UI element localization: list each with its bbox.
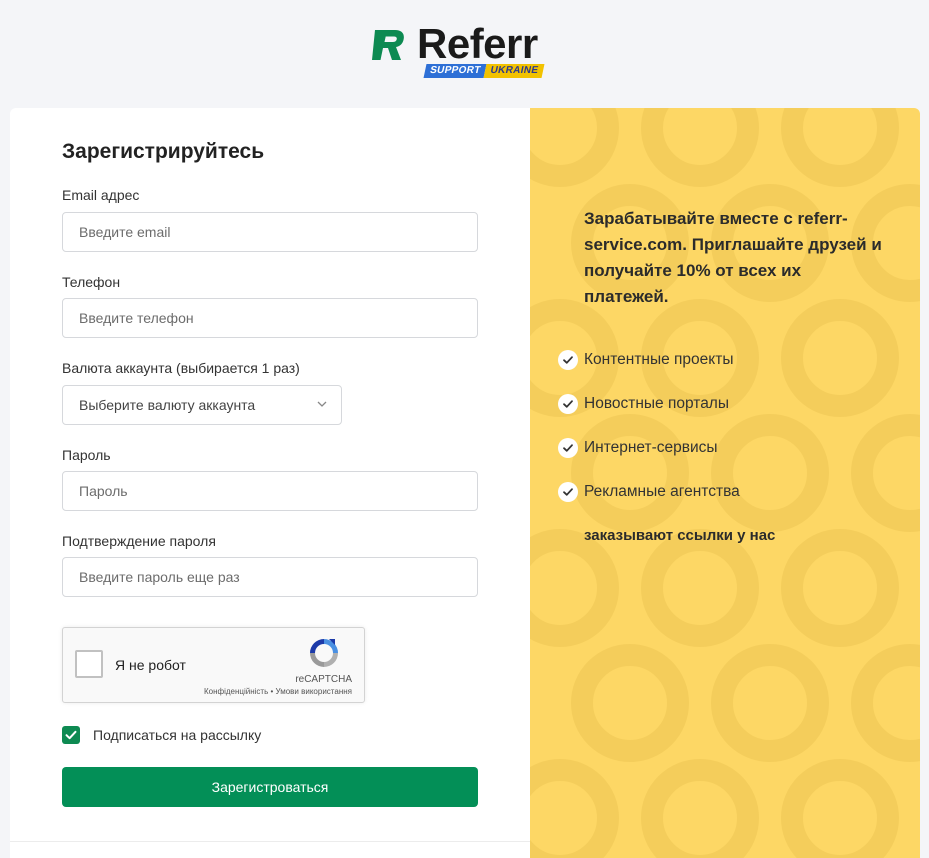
promo-headline: Зарабатывайте вместе с referr-service.co…	[584, 209, 882, 306]
feature-item: Рекламные агентства	[558, 481, 740, 503]
newsletter-checkbox[interactable]	[62, 726, 80, 744]
currency-label: Валюта аккаунта (выбирается 1 раз)	[62, 360, 300, 376]
check-circle-icon	[558, 394, 578, 414]
ukraine-label: UKRAINE	[483, 64, 545, 78]
form-title: Зарегистрируйтесь	[62, 140, 265, 163]
recaptcha-label: Я не робот	[115, 657, 186, 673]
currency-select-value: Выберите валюту аккаунта	[79, 397, 256, 413]
password-label: Пароль	[62, 447, 111, 463]
check-circle-icon	[558, 438, 578, 458]
logo-wordmark: Referr	[417, 20, 538, 67]
referr-logo[interactable]: Referr SUPPORT UKRAINE	[369, 20, 569, 80]
feature-label: Контентные проекты	[584, 351, 734, 368]
password-confirm-label: Подтверждение пароля	[62, 533, 216, 549]
recaptcha-logo-icon	[310, 639, 338, 667]
support-label: SUPPORT	[423, 64, 487, 78]
promo-tagline: заказывают ссылки у нас	[584, 527, 776, 544]
recaptcha-brand: reCAPTCHA	[295, 674, 352, 685]
newsletter-label[interactable]: Подписаться на рассылку	[93, 727, 261, 743]
email-label: Email адрес	[62, 187, 140, 203]
recaptcha-checkbox[interactable]	[75, 650, 103, 678]
feature-item: Интернет-сервисы	[558, 437, 718, 459]
email-field[interactable]	[62, 212, 478, 252]
checkmark-icon	[65, 730, 77, 740]
feature-label: Новостные порталы	[584, 395, 729, 412]
check-circle-icon	[558, 350, 578, 370]
phone-field[interactable]	[62, 298, 478, 338]
password-field[interactable]	[62, 471, 478, 511]
recaptcha-terms-link[interactable]: Конфіденційність • Умови використання	[204, 687, 352, 696]
check-circle-icon	[558, 482, 578, 502]
feature-item: Контентные проекты	[558, 349, 734, 371]
feature-item: Новостные порталы	[558, 393, 729, 415]
register-button[interactable]: Зарегистроваться	[62, 767, 478, 807]
divider	[10, 841, 530, 842]
chevron-down-icon	[317, 401, 327, 407]
password-confirm-field[interactable]	[62, 557, 478, 597]
feature-label: Интернет-сервисы	[584, 439, 718, 456]
referr-r-mark-icon	[372, 30, 404, 60]
support-ukraine-badge: SUPPORT UKRAINE	[423, 64, 545, 78]
currency-select[interactable]: Выберите валюту аккаунта	[62, 385, 342, 425]
recaptcha-widget: Я не робот reCAPTCHA Конфіденційність • …	[62, 627, 365, 703]
phone-label: Телефон	[62, 274, 121, 290]
feature-label: Рекламные агентства	[584, 483, 740, 500]
